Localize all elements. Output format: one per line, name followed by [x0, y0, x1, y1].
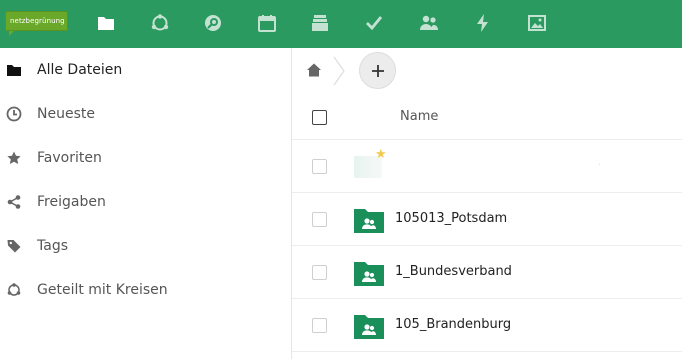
- sidebar-item-label: Freigaben: [37, 194, 106, 210]
- sidebar-item-label: Tags: [37, 238, 68, 254]
- shared-folder-icon: [354, 262, 384, 286]
- breadcrumb-separator: [333, 56, 345, 86]
- app-search-button[interactable]: [200, 10, 226, 36]
- app-contacts-button[interactable]: [416, 10, 442, 36]
- plus-icon: [371, 64, 384, 77]
- logo-text: netzbegrünung: [10, 17, 65, 25]
- magnifier-icon: [205, 15, 221, 31]
- image-icon: [528, 15, 546, 31]
- star-icon: [6, 150, 22, 166]
- tag-icon: [6, 238, 22, 254]
- row-checkbox[interactable]: [312, 265, 327, 280]
- add-new-button[interactable]: [359, 52, 396, 89]
- clock-icon: [6, 106, 22, 122]
- sidebar-item-label: Alle Dateien: [37, 62, 123, 78]
- file-name[interactable]: 105013_Potsdam: [395, 211, 507, 226]
- lightning-icon: [477, 14, 488, 32]
- deck-icon: [312, 15, 328, 31]
- app-gallery-button[interactable]: [524, 10, 550, 36]
- file-name[interactable]: 1_Bundesverband: [395, 264, 512, 279]
- shared-folder-icon: [354, 315, 384, 339]
- select-all-checkbox[interactable]: [312, 110, 327, 125]
- table-row[interactable]: 1_Bundesverband: [292, 246, 682, 299]
- logo[interactable]: netzbegrünung: [5, 11, 68, 36]
- app-files-button[interactable]: [93, 10, 119, 36]
- sidebar-item-recent[interactable]: Neueste: [0, 92, 291, 136]
- folder-icon: [98, 17, 114, 30]
- calendar-icon: [258, 15, 276, 32]
- folder-icon: [6, 62, 22, 78]
- row-checkbox[interactable]: [312, 159, 327, 174]
- file-list-area: Name ★ · 105013_Potsdam 1_Bundesverband …: [292, 48, 682, 359]
- sidebar-navigation: Alle Dateien Neueste Favoriten Freigaben…: [0, 48, 292, 359]
- sidebar-item-tags[interactable]: Tags: [0, 224, 291, 268]
- sidebar-item-shares[interactable]: Freigaben: [0, 180, 291, 224]
- breadcrumb: [292, 48, 682, 94]
- redacted-mark: ·: [598, 160, 602, 171]
- sidebar-item-label: Geteilt mit Kreisen: [37, 282, 168, 298]
- share-icon: [6, 194, 22, 210]
- file-list-header: Name: [292, 94, 682, 140]
- sidebar-item-favorites[interactable]: Favoriten: [0, 136, 291, 180]
- shared-folder-icon: [354, 209, 384, 233]
- table-row[interactable]: ★ ·: [292, 140, 682, 193]
- app-calendar-button[interactable]: [254, 10, 280, 36]
- app-circles-button[interactable]: [147, 10, 173, 36]
- name-column-header[interactable]: Name: [400, 109, 438, 124]
- favorite-star-icon[interactable]: ★: [375, 147, 387, 162]
- app-tasks-button[interactable]: [361, 10, 387, 36]
- circles-icon: [151, 14, 169, 31]
- sidebar-item-shared-with-circles[interactable]: Geteilt mit Kreisen: [0, 268, 291, 312]
- file-name[interactable]: 105_Brandenburg: [395, 317, 511, 332]
- redacted-file-entry: ★ ·: [354, 147, 604, 180]
- app-activity-button[interactable]: [470, 10, 496, 36]
- sidebar-item-label: Favoriten: [37, 150, 102, 166]
- row-checkbox[interactable]: [312, 212, 327, 227]
- contacts-icon: [420, 15, 438, 30]
- top-header: netzbegrünung: [0, 0, 682, 48]
- circles-icon: [6, 282, 22, 298]
- checkmark-icon: [366, 16, 383, 31]
- row-checkbox[interactable]: [312, 318, 327, 333]
- table-row[interactable]: 105_Brandenburg: [292, 299, 682, 352]
- table-row[interactable]: 105013_Potsdam: [292, 193, 682, 246]
- app-deck-button[interactable]: [307, 10, 333, 36]
- home-icon[interactable]: [306, 62, 322, 78]
- sidebar-item-label: Neueste: [37, 106, 95, 122]
- sidebar-item-all-files[interactable]: Alle Dateien: [0, 48, 291, 92]
